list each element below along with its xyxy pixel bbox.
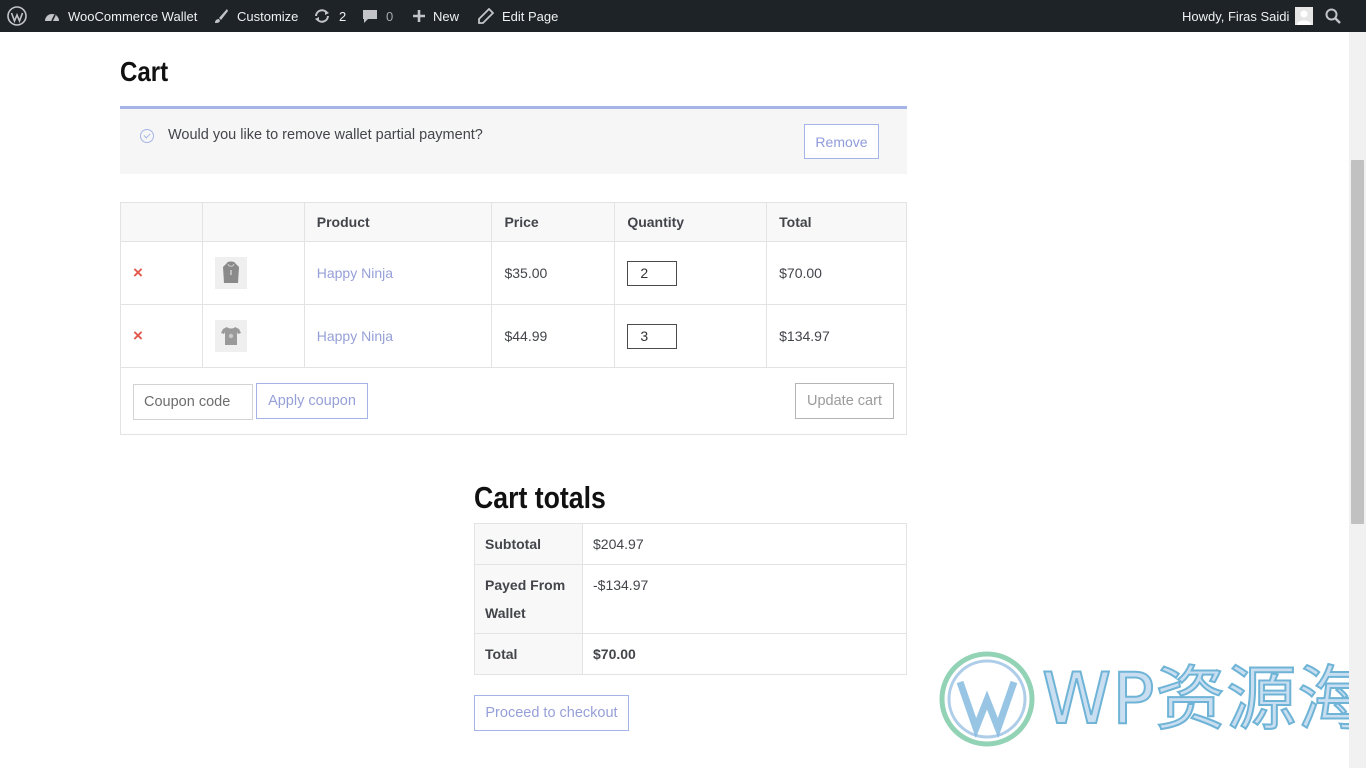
greeting-label: Howdy, Firas Saidi (1182, 8, 1290, 24)
search-icon[interactable] (1325, 0, 1341, 32)
item-price: $44.99 (491, 304, 616, 368)
comments-count: 0 (386, 8, 394, 24)
coupon-code-input[interactable]: Coupon code (133, 384, 253, 420)
comment-icon (362, 8, 378, 24)
order-total-value: $70.00 (582, 633, 907, 675)
wordpress-logo-icon[interactable] (7, 0, 27, 32)
subtotal-label: Subtotal (474, 523, 583, 565)
header-quantity: Quantity (614, 202, 768, 242)
admin-bar: WooCommerce Wallet Customize 2 0 New Edi… (0, 0, 1366, 32)
site-name-label: WooCommerce Wallet (68, 8, 198, 24)
header-total: Total (766, 202, 907, 242)
new-content-menu[interactable]: New (412, 0, 459, 32)
product-link[interactable]: Happy Ninja (317, 328, 393, 344)
customize-menu[interactable]: Customize (213, 0, 298, 32)
customize-label: Customize (237, 8, 299, 24)
proceed-to-checkout-button[interactable]: Proceed to checkout (474, 695, 629, 731)
watermark-text: WP资源海 (1041, 657, 1366, 741)
item-total: $134.97 (766, 304, 907, 368)
hoodie-icon[interactable] (214, 257, 247, 289)
wallet-notice: Would you like to remove wallet partial … (120, 106, 907, 174)
avatar (1295, 7, 1314, 25)
header-price: Price (491, 202, 616, 242)
quantity-input[interactable]: 3 (627, 323, 678, 349)
scrollbar-thumb[interactable] (1351, 160, 1364, 524)
dashboard-icon (44, 9, 60, 23)
brush-icon (213, 8, 229, 24)
table-header-row: Product Price Quantity Total (120, 202, 907, 242)
update-cart-button[interactable]: Update cart (795, 383, 894, 419)
header-remove (120, 202, 203, 242)
cart-totals-title: Cart totals (474, 480, 606, 515)
header-product: Product (303, 202, 493, 242)
edit-page-label: Edit Page (502, 8, 559, 24)
updates-count: 2 (339, 8, 347, 24)
updates-menu[interactable]: 2 (313, 0, 346, 32)
wallet-payment-row: Payed From Wallet -$134.97 (474, 564, 907, 634)
header-thumbnail (201, 202, 305, 242)
wallet-payment-value: -$134.97 (582, 564, 907, 634)
pencil-icon (478, 8, 494, 24)
notice-message: Would you like to remove wallet partial … (168, 127, 483, 143)
site-name-menu[interactable]: WooCommerce Wallet (44, 0, 197, 32)
subtotal-row: Subtotal $204.97 (474, 523, 907, 565)
apply-coupon-button[interactable]: Apply coupon (256, 383, 368, 419)
cart-actions-row: Coupon code Apply coupon Update cart (120, 367, 907, 435)
remove-partial-payment-button[interactable]: Remove (804, 124, 879, 159)
my-account-menu[interactable]: Howdy, Firas Saidi (1182, 0, 1314, 32)
table-row: × Happy Ninja $44.99 3 $134.97 (120, 304, 907, 368)
table-row: × Happy Ninja $35.00 2 $70.00 (120, 241, 907, 305)
subtotal-value: $204.97 (582, 523, 907, 565)
page-scrollbar[interactable] (1349, 32, 1366, 768)
wallet-payment-label: Payed From Wallet (474, 564, 583, 634)
product-link[interactable]: Happy Ninja (317, 265, 393, 281)
watermark-logo-icon (938, 650, 1036, 753)
new-label: New (433, 8, 460, 24)
item-price: $35.00 (491, 241, 616, 305)
page-title: Cart (120, 56, 169, 87)
cart-table: Product Price Quantity Total × Happy Nin… (120, 202, 907, 435)
updates-icon (313, 8, 331, 24)
order-total-row: Total $70.00 (474, 633, 907, 675)
remove-item-icon[interactable]: × (133, 263, 143, 282)
comments-menu[interactable]: 0 (362, 0, 393, 32)
item-total: $70.00 (766, 241, 907, 305)
check-circle-icon (140, 129, 154, 143)
quantity-input[interactable]: 2 (627, 260, 678, 286)
order-total-label: Total (474, 633, 583, 675)
plus-icon (412, 9, 426, 23)
tshirt-icon[interactable] (214, 320, 247, 352)
watermark: WP资源海 (938, 650, 1366, 748)
edit-page-menu[interactable]: Edit Page (478, 0, 558, 32)
remove-item-icon[interactable]: × (133, 326, 143, 345)
cart-totals-table: Subtotal $204.97 Payed From Wallet -$134… (474, 523, 907, 675)
